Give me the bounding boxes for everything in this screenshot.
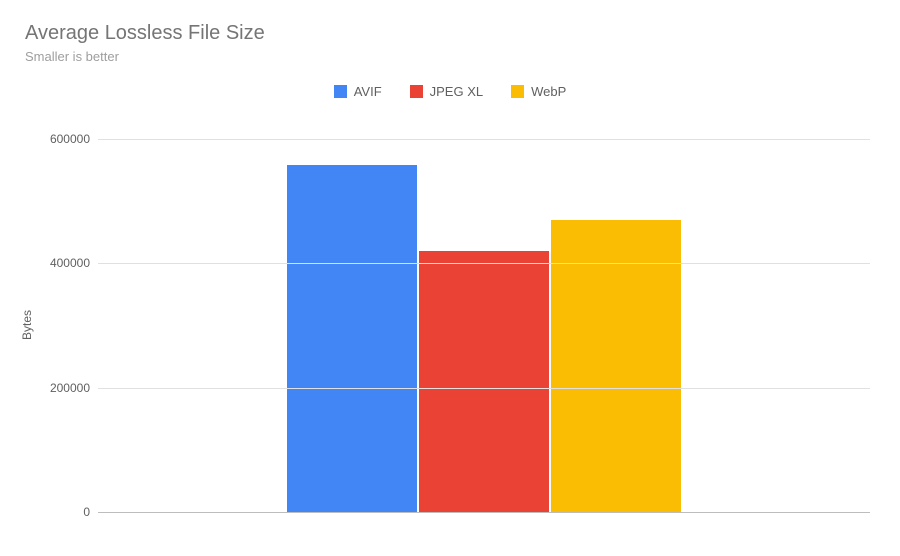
plot-area: Bytes 0200000400000600000 bbox=[40, 120, 880, 530]
gridline bbox=[98, 263, 870, 264]
legend-swatch-webp bbox=[511, 85, 524, 98]
gridline bbox=[98, 139, 870, 140]
legend-item-avif: AVIF bbox=[334, 84, 382, 99]
legend-label: AVIF bbox=[354, 84, 382, 99]
legend-label: WebP bbox=[531, 84, 566, 99]
bar-jpeg-xl bbox=[419, 251, 549, 512]
gridline bbox=[98, 388, 870, 389]
plot-grid: 0200000400000600000 bbox=[98, 120, 870, 512]
y-axis-label: Bytes bbox=[20, 310, 34, 340]
gridline bbox=[98, 512, 870, 513]
legend-swatch-jpegxl bbox=[410, 85, 423, 98]
legend-label: JPEG XL bbox=[430, 84, 483, 99]
legend-item-webp: WebP bbox=[511, 84, 566, 99]
chart-subtitle: Smaller is better bbox=[25, 49, 875, 64]
legend-swatch-avif bbox=[334, 85, 347, 98]
bar-avif bbox=[287, 165, 417, 512]
chart: Average Lossless File Size Smaller is be… bbox=[25, 22, 875, 99]
chart-title: Average Lossless File Size bbox=[25, 22, 875, 45]
y-tick-label: 600000 bbox=[50, 132, 90, 146]
bars-group bbox=[98, 120, 870, 512]
y-tick-label: 200000 bbox=[50, 381, 90, 395]
y-tick-label: 0 bbox=[83, 505, 90, 519]
y-tick-label: 400000 bbox=[50, 256, 90, 270]
legend: AVIF JPEG XL WebP bbox=[25, 84, 875, 99]
legend-item-jpegxl: JPEG XL bbox=[410, 84, 483, 99]
